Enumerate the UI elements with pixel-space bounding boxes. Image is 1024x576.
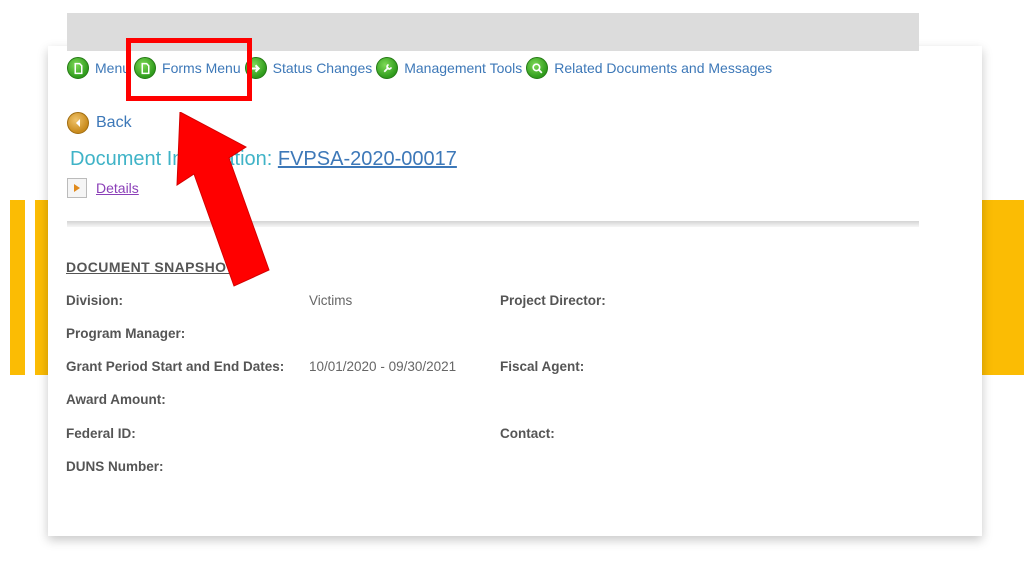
nav-item-status-changes[interactable]: Status Changes	[244, 57, 373, 79]
federal-id-label: Federal ID:	[66, 426, 136, 441]
highlight-box	[126, 38, 252, 101]
fiscal-agent-label: Fiscal Agent:	[500, 359, 585, 374]
expand-arrow-icon	[67, 178, 87, 198]
grant-period-value: 10/01/2020 - 09/30/2021	[309, 359, 457, 374]
grant-period-label: Grant Period Start and End Dates:	[66, 359, 285, 374]
division-value: Victims	[309, 293, 353, 308]
search-icon	[526, 57, 549, 79]
contact-label: Contact:	[500, 426, 555, 441]
nav-label-management-tools: Management Tools	[404, 60, 523, 76]
wrench-icon	[376, 57, 399, 79]
nav-label-related-documents: Related Documents and Messages	[554, 60, 773, 76]
page-icon	[67, 57, 89, 79]
program-manager-label: Program Manager:	[66, 326, 186, 341]
pointer-arrow-annotation	[176, 112, 270, 287]
details-link[interactable]: Details	[96, 180, 139, 196]
nav-label-menu: Menu	[95, 60, 131, 76]
document-id-link[interactable]: FVPSA-2020-00017	[278, 148, 457, 170]
back-link[interactable]: Back	[67, 112, 132, 134]
nav-item-related-documents[interactable]: Related Documents and Messages	[526, 57, 772, 79]
yellow-bar-right	[978, 200, 1024, 375]
nav-label-status-changes: Status Changes	[272, 60, 373, 76]
back-arrow-icon	[67, 112, 89, 134]
project-director-label: Project Director:	[500, 293, 606, 308]
nav-item-management-tools[interactable]: Management Tools	[376, 57, 522, 79]
nav-item-menu[interactable]: Menu	[67, 57, 130, 79]
yellow-bar-left-1	[10, 200, 25, 375]
details-toggle[interactable]: Details	[67, 178, 139, 198]
back-label: Back	[96, 114, 132, 131]
award-amount-label: Award Amount:	[66, 392, 166, 407]
duns-number-label: DUNS Number:	[66, 459, 164, 474]
division-label: Division:	[66, 293, 124, 308]
